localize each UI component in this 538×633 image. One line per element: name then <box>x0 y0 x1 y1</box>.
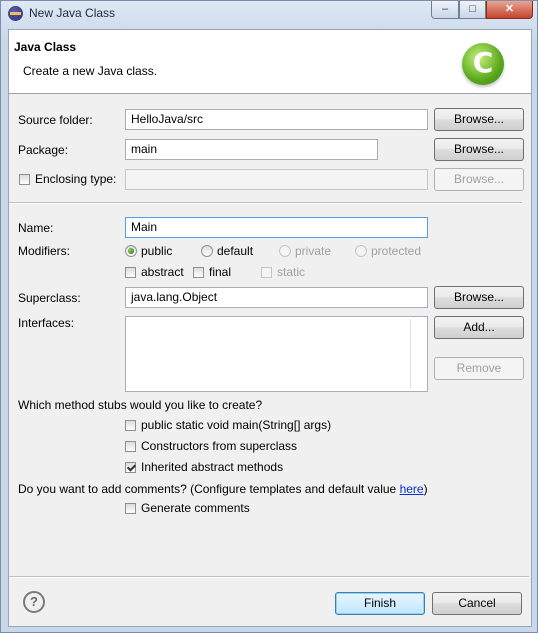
configure-templates-link[interactable]: here <box>400 482 424 496</box>
source-folder-input[interactable]: HelloJava/src <box>125 109 428 130</box>
protected-radio[interactable] <box>355 245 367 257</box>
new-java-class-window: New Java Class ‒ □ ✕ Java Class Create a… <box>0 0 538 633</box>
eclipse-icon <box>8 6 23 21</box>
comments-question-text: Do you want to add comments? (Configure … <box>18 482 400 496</box>
constructors-label: Constructors from superclass <box>141 439 298 453</box>
main-method-checkbox[interactable] <box>125 420 136 431</box>
generate-comments-checkbox[interactable] <box>125 503 136 514</box>
enclosing-type-checkbox[interactable] <box>19 174 30 185</box>
public-label: public <box>141 244 173 258</box>
interfaces-list[interactable] <box>125 316 428 392</box>
main-method-label: public static void main(String[] args) <box>141 418 332 432</box>
wizard-banner: Java Class Create a new Java class. C <box>9 30 531 94</box>
generate-comments-label: Generate comments <box>141 501 250 515</box>
enclosing-type-input[interactable] <box>125 169 428 190</box>
maximize-button[interactable]: □ <box>459 1 486 19</box>
minimize-button[interactable]: ‒ <box>431 1 459 19</box>
static-checkbox[interactable] <box>261 267 272 278</box>
superclass-input[interactable]: java.lang.Object <box>125 287 428 308</box>
banner-description: Create a new Java class. <box>23 64 158 78</box>
package-input[interactable]: main <box>125 139 378 160</box>
title-bar: New Java Class ‒ □ ✕ <box>1 1 537 27</box>
modifiers-label: Modifiers: <box>18 244 71 258</box>
dialog-client-area: Java Class Create a new Java class. C So… <box>8 29 532 627</box>
java-class-logo-icon: C <box>462 43 504 85</box>
private-radio[interactable] <box>279 245 291 257</box>
separator <box>9 202 522 204</box>
add-interface-button[interactable]: Add... <box>434 316 524 339</box>
constructors-checkbox[interactable] <box>125 441 136 452</box>
source-folder-browse-button[interactable]: Browse... <box>434 108 524 131</box>
comments-question-end: ) <box>423 482 428 496</box>
enclosing-type-browse-button[interactable]: Browse... <box>434 168 524 191</box>
inherited-methods-label: Inherited abstract methods <box>141 460 284 474</box>
window-title: New Java Class <box>29 6 116 20</box>
footer-separator <box>9 576 529 578</box>
package-browse-button[interactable]: Browse... <box>434 138 524 161</box>
private-label: private <box>295 244 332 258</box>
cancel-button[interactable]: Cancel <box>432 592 522 615</box>
superclass-browse-button[interactable]: Browse... <box>434 286 524 309</box>
inherited-methods-checkbox[interactable] <box>125 462 136 473</box>
public-radio[interactable] <box>125 245 137 257</box>
static-label: static <box>277 265 306 279</box>
interfaces-label: Interfaces: <box>18 316 75 330</box>
default-radio[interactable] <box>201 245 213 257</box>
name-input[interactable]: Main <box>125 217 428 238</box>
name-label: Name: <box>18 221 54 235</box>
final-label: final <box>209 265 232 279</box>
enclosing-type-label: Enclosing type: <box>35 172 117 186</box>
method-stubs-question: Which method stubs would you like to cre… <box>18 398 263 412</box>
remove-interface-button[interactable]: Remove <box>434 357 524 380</box>
help-icon[interactable]: ? <box>23 591 45 613</box>
list-scroll-track <box>410 319 411 389</box>
superclass-label: Superclass: <box>18 291 81 305</box>
comments-question: Do you want to add comments? (Configure … <box>18 482 428 496</box>
abstract-checkbox[interactable] <box>125 267 136 278</box>
final-checkbox[interactable] <box>193 267 204 278</box>
default-label: default <box>217 244 254 258</box>
protected-label: protected <box>371 244 422 258</box>
finish-button[interactable]: Finish <box>335 592 425 615</box>
close-button[interactable]: ✕ <box>486 1 533 19</box>
package-label: Package: <box>18 143 69 157</box>
banner-title: Java Class <box>14 40 77 54</box>
abstract-label: abstract <box>141 265 184 279</box>
source-folder-label: Source folder: <box>18 113 93 127</box>
